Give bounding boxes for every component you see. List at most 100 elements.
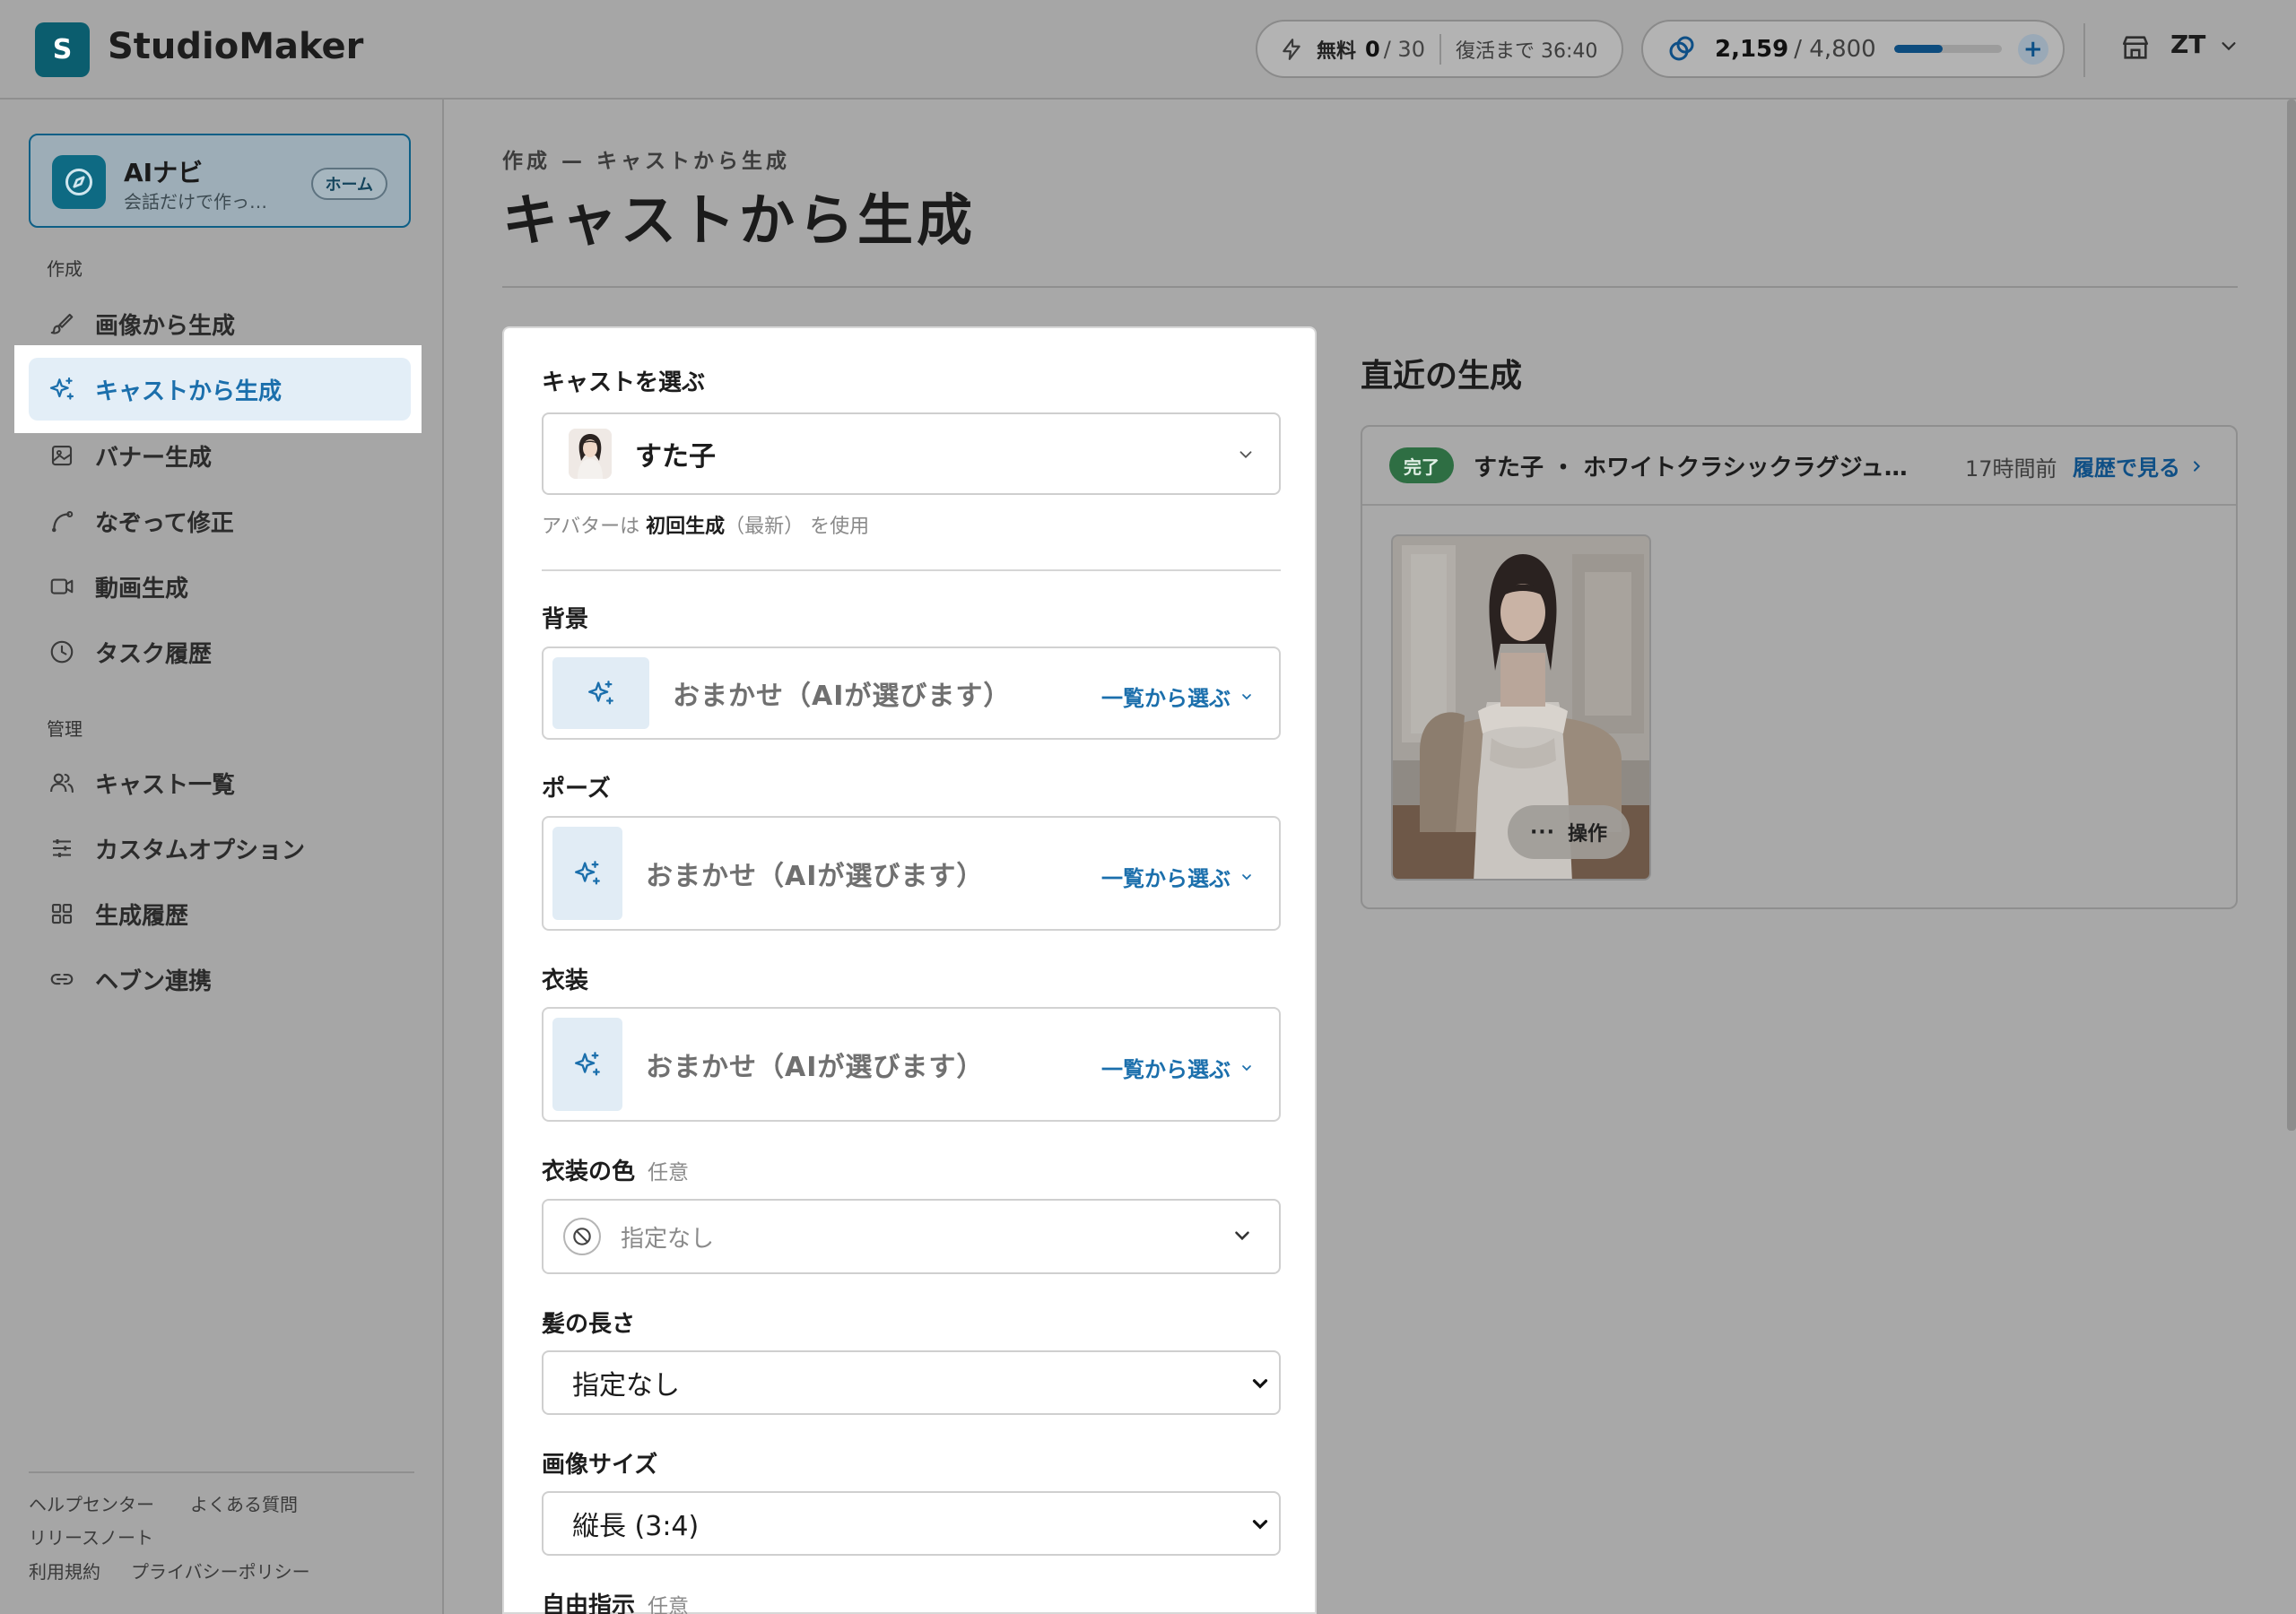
view-in-history-link[interactable]: 履歴で見る: [2073, 450, 2204, 482]
pose-picker[interactable]: おまかせ（AIが選びます） 一覧から選ぶ: [542, 816, 1281, 931]
sidebar-item-task-history[interactable]: タスク履歴: [29, 620, 411, 683]
link-icon: [47, 964, 77, 994]
optional-tag: 任意: [648, 1595, 690, 1614]
add-credits-button[interactable]: +: [2017, 33, 2048, 65]
faq-link[interactable]: よくある質問: [190, 1490, 298, 1516]
sparkles-icon: [47, 374, 77, 404]
sidebar-item-custom-options[interactable]: カスタムオプション: [29, 817, 411, 880]
pose-auto-text: おまかせ（AIが選びます）: [646, 861, 985, 892]
recent-item-time: 17時間前: [1965, 456, 2057, 482]
cast-label: キャストを選ぶ: [542, 369, 706, 396]
free-instruction-label-text: 自由指示: [542, 1592, 636, 1614]
logo-letter: S: [52, 34, 73, 65]
ainavi-title: AIナビ: [124, 158, 204, 187]
help-center-link[interactable]: ヘルプセンター: [29, 1490, 154, 1516]
costume-picker[interactable]: おまかせ（AIが選びます） 一覧から選ぶ: [542, 1007, 1281, 1122]
generated-image-thumbnail[interactable]: ··· 操作: [1391, 534, 1651, 881]
sidebar-item-heaven-link[interactable]: ヘブン連携: [29, 948, 411, 1011]
costume-label: 衣装: [542, 968, 589, 994]
more-icon: ···: [1529, 820, 1556, 844]
cast-name: すた子: [635, 441, 716, 473]
sliders-icon: [47, 833, 77, 863]
avatar: [569, 429, 612, 479]
credits-pill[interactable]: 2,159 / 4,800 +: [1641, 20, 2065, 78]
image-icon: [47, 440, 77, 471]
chevron-down-icon[interactable]: [2219, 36, 2239, 56]
costume-color-label-text: 衣装の色: [542, 1158, 636, 1185]
section-label-create: 作成: [47, 258, 83, 280]
free-used: 0: [1365, 36, 1380, 62]
chevron-down-icon: [1242, 873, 1251, 880]
user-initials[interactable]: ZT: [2170, 30, 2205, 59]
pose-pick-from-list[interactable]: 一覧から選ぶ: [1101, 861, 1254, 892]
pick-link-label: 一覧から選ぶ: [1101, 1057, 1231, 1082]
free-quota-pill[interactable]: 無料 0 / 30 復活まで 36:40: [1256, 20, 1623, 78]
ainavi-subtitle: 会話だけで作っ…: [124, 191, 267, 213]
grid-icon: [47, 898, 77, 929]
ainavi-card[interactable]: AIナビ 会話だけで作っ… ホーム: [29, 134, 411, 228]
chevron-down-icon: [1231, 1224, 1254, 1247]
image-size-label: 画像サイズ: [542, 1452, 658, 1479]
clock-icon: [47, 637, 77, 667]
divider: [1439, 33, 1441, 65]
recent-item-header: 完了 すた子 ・ ホワイトクラシックラグジュ… 17時間前 履歴で見る: [1362, 427, 2236, 506]
chevron-down-icon: [1248, 1513, 1272, 1536]
pose-label: ポーズ: [542, 776, 611, 803]
revive-timer: 復活まで 36:40: [1455, 39, 1598, 63]
sidebar-item-cast-list[interactable]: キャスト一覧: [29, 751, 411, 814]
image-size-select[interactable]: 縦長 (3:4): [542, 1491, 1281, 1556]
costume-pick-from-list[interactable]: 一覧から選ぶ: [1101, 1052, 1254, 1083]
sidebar-item-video[interactable]: 動画生成: [29, 555, 411, 618]
divider: [2083, 23, 2085, 77]
sidebar-item-label: ヘブン連携: [95, 968, 213, 995]
bolt-icon: [1279, 37, 1304, 62]
terms-link[interactable]: 利用規約: [29, 1558, 100, 1584]
chevron-down-icon: [1242, 1064, 1251, 1071]
background-auto-text: おまかせ（AIが選びます）: [673, 681, 1012, 712]
users-icon: [47, 768, 77, 798]
cast-select[interactable]: すた子: [542, 412, 1281, 495]
pen-curve-icon: [47, 506, 77, 536]
sidebar-item-label: キャストから生成: [95, 377, 283, 405]
sidebar-item-cast-generate[interactable]: キャストから生成: [29, 358, 411, 421]
sidebar-item-label: なぞって修正: [95, 509, 234, 537]
costume-color-select[interactable]: 指定なし: [542, 1199, 1281, 1274]
store-icon[interactable]: [2120, 32, 2151, 63]
sidebar-item-label: 動画生成: [95, 575, 189, 603]
app-name[interactable]: StudioMaker: [108, 23, 363, 70]
chevron-down-icon: [1248, 1372, 1272, 1395]
title-divider: [502, 286, 2238, 288]
none-icon: [563, 1218, 601, 1255]
scrollbar[interactable]: [2287, 100, 2296, 1131]
free-instruction-label: 自由指示 任意: [542, 1587, 689, 1614]
background-label: 背景: [542, 606, 589, 633]
recent-generation-card: 完了 すた子 ・ ホワイトクラシックラグジュ… 17時間前 履歴で見る ··· 操…: [1361, 425, 2238, 909]
credits-progress-bar: [1893, 45, 2002, 53]
history-link-label: 履歴で見る: [2073, 456, 2180, 481]
sidebar-item-label: キャスト一覧: [95, 771, 236, 799]
avatar-note-prefix: アバターは: [542, 516, 640, 538]
privacy-link[interactable]: プライバシーポリシー: [131, 1558, 310, 1584]
chevron-down-icon: [1236, 445, 1256, 464]
operations-button[interactable]: ··· 操作: [1508, 805, 1630, 859]
chevron-down-icon: [1242, 693, 1251, 699]
free-total: / 30: [1383, 36, 1425, 62]
form-divider: [542, 569, 1281, 571]
footer-divider: [29, 1471, 414, 1473]
home-badge: ホーム: [310, 168, 387, 200]
logo-icon[interactable]: S: [35, 22, 90, 77]
sidebar-item-generate-history[interactable]: 生成履歴: [29, 882, 411, 945]
background-picker[interactable]: おまかせ（AIが選びます） 一覧から選ぶ: [542, 646, 1281, 740]
sidebar-item-banner[interactable]: バナー生成: [29, 424, 411, 487]
generation-form-card: キャストを選ぶ すた子 アバターは 初回生成（最新） を使用 背景 おまかせ（A…: [502, 326, 1317, 1614]
sidebar-item-trace-fix[interactable]: なぞって修正: [29, 490, 411, 552]
sidebar: AIナビ 会話だけで作っ… ホーム 作成 画像から生成 キャストから生成 バナー…: [0, 100, 444, 1614]
brush-icon: [47, 308, 77, 339]
video-icon: [47, 571, 77, 602]
sidebar-item-label: カスタムオプション: [95, 837, 306, 864]
operations-label: 操作: [1568, 823, 1608, 846]
hair-length-select[interactable]: 指定なし: [542, 1350, 1281, 1415]
background-pick-from-list[interactable]: 一覧から選ぶ: [1101, 681, 1254, 712]
pick-link-label: 一覧から選ぶ: [1101, 866, 1231, 891]
release-notes-link[interactable]: リリースノート: [29, 1523, 153, 1549]
